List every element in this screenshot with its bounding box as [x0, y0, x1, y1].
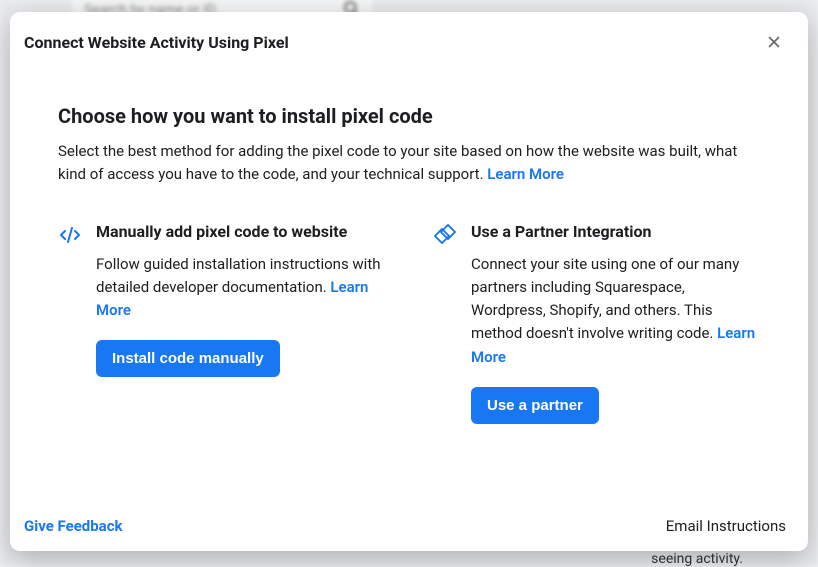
option-partner-description: Connect your site using one of our many … — [471, 253, 760, 369]
option-manual-description: Follow guided installation instructions … — [96, 253, 385, 323]
section-description-text: Select the best method for adding the pi… — [58, 142, 737, 183]
option-partner: Use a Partner Integration Connect your s… — [433, 221, 760, 424]
close-icon — [765, 33, 783, 51]
give-feedback-link[interactable]: Give Feedback — [24, 517, 123, 535]
close-button[interactable] — [760, 28, 788, 56]
code-icon — [58, 223, 82, 247]
modal-header: Connect Website Activity Using Pixel — [10, 12, 808, 64]
partner-icon — [433, 223, 457, 247]
option-partner-title: Use a Partner Integration — [471, 221, 760, 243]
section-description: Select the best method for adding the pi… — [58, 140, 760, 185]
email-instructions-link[interactable]: Email Instructions — [666, 517, 786, 535]
use-partner-button[interactable]: Use a partner — [471, 387, 599, 424]
option-manual-title: Manually add pixel code to website — [96, 221, 385, 243]
modal-footer: Give Feedback Email Instructions — [10, 505, 808, 551]
modal-body: Choose how you want to install pixel cod… — [10, 64, 808, 505]
modal-title: Connect Website Activity Using Pixel — [24, 33, 289, 52]
option-partner-desc-text: Connect your site using one of our many … — [471, 255, 739, 343]
install-manually-button[interactable]: Install code manually — [96, 340, 280, 377]
section-heading: Choose how you want to install pixel cod… — [58, 104, 760, 128]
install-options: Manually add pixel code to website Follo… — [58, 221, 760, 424]
option-partner-content: Use a Partner Integration Connect your s… — [471, 221, 760, 424]
option-manual: Manually add pixel code to website Follo… — [58, 221, 385, 424]
pixel-setup-modal: Connect Website Activity Using Pixel Cho… — [10, 12, 808, 551]
option-manual-content: Manually add pixel code to website Follo… — [96, 221, 385, 424]
learn-more-link[interactable]: Learn More — [487, 165, 564, 183]
